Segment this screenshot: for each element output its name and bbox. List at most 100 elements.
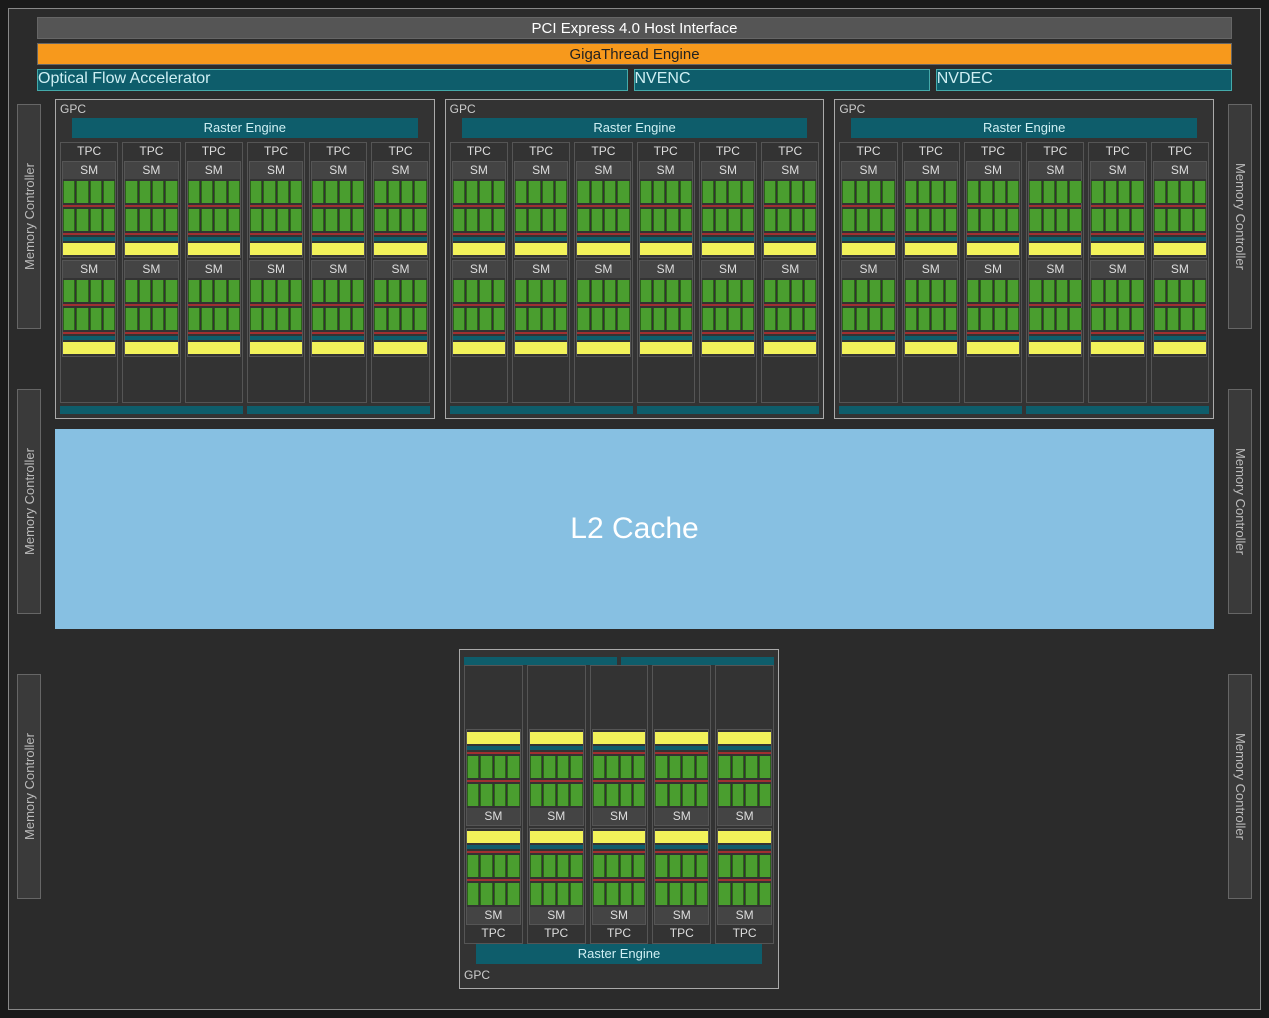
tpc-block: TPCSMSM bbox=[309, 142, 367, 403]
sm-unit-bar bbox=[640, 243, 692, 255]
tpc-label: TPC bbox=[592, 926, 647, 942]
sm-block: SM bbox=[452, 161, 506, 258]
sm-unit-bar bbox=[905, 243, 957, 255]
cuda-core-row bbox=[63, 280, 115, 302]
cuda-core-row bbox=[593, 855, 646, 877]
gpc-block: GPCRaster EngineTPCSMSMTPCSMSMTPCSMSMTPC… bbox=[445, 99, 825, 419]
cuda-core-row bbox=[842, 308, 894, 330]
cuda-core-row bbox=[515, 308, 567, 330]
sm-unit-bar bbox=[453, 342, 505, 354]
sm-unit-bar bbox=[967, 336, 1019, 340]
sm-block: SM bbox=[249, 260, 303, 357]
sm-block: SM bbox=[373, 260, 427, 357]
sm-unit-bar bbox=[905, 237, 957, 241]
tpc-label: TPC bbox=[62, 144, 116, 160]
sm-block: SM bbox=[1153, 260, 1207, 357]
cuda-core-row bbox=[842, 209, 894, 231]
sm-label: SM bbox=[125, 261, 177, 278]
sm-label: SM bbox=[905, 261, 957, 278]
tpc-block: TPCSMSM bbox=[1088, 142, 1146, 403]
sm-label: SM bbox=[188, 162, 240, 179]
sm-unit-bar bbox=[967, 243, 1019, 255]
gpc-row-top: GPCRaster EngineTPCSMSMTPCSMSMTPCSMSMTPC… bbox=[55, 99, 1214, 419]
nvdec-block: NVDEC bbox=[936, 69, 1232, 91]
sm-block: SM bbox=[62, 260, 116, 357]
sm-unit-bar bbox=[967, 342, 1019, 354]
cuda-core-row bbox=[842, 181, 894, 203]
cuda-core-row bbox=[1091, 308, 1143, 330]
gpc-rop-row bbox=[839, 406, 1209, 414]
sm-unit-bar bbox=[718, 831, 771, 843]
sm-block: SM bbox=[904, 260, 958, 357]
raster-engine: Raster Engine bbox=[851, 118, 1197, 138]
sm-unit-bar bbox=[1154, 336, 1206, 340]
sm-unit-bar bbox=[467, 845, 520, 849]
cuda-core-row bbox=[640, 280, 692, 302]
sm-label: SM bbox=[905, 162, 957, 179]
cuda-core-row bbox=[250, 181, 302, 203]
memory-controller: Memory Controller bbox=[1228, 389, 1252, 614]
sm-block: SM bbox=[1028, 161, 1082, 258]
tpc-label: TPC bbox=[654, 926, 709, 942]
sm-label: SM bbox=[374, 261, 426, 278]
sm-block: SM bbox=[249, 161, 303, 258]
sm-label: SM bbox=[188, 261, 240, 278]
gpc-label: GPC bbox=[60, 102, 430, 118]
sm-block: SM bbox=[452, 260, 506, 357]
cuda-core-row bbox=[188, 209, 240, 231]
sm-label: SM bbox=[593, 907, 646, 924]
sm-label: SM bbox=[515, 261, 567, 278]
tpc-label: TPC bbox=[529, 926, 584, 942]
cuda-core-row bbox=[312, 181, 364, 203]
l2-cache-block: L2 Cache bbox=[55, 429, 1214, 629]
cuda-core-row bbox=[467, 784, 520, 806]
sm-label: SM bbox=[593, 808, 646, 825]
sm-unit-bar bbox=[453, 336, 505, 340]
cuda-core-row bbox=[312, 209, 364, 231]
cuda-core-row bbox=[764, 209, 816, 231]
sm-unit-bar bbox=[188, 342, 240, 354]
cuda-core-row bbox=[764, 181, 816, 203]
tpc-label: TPC bbox=[249, 144, 303, 160]
cuda-core-row bbox=[702, 280, 754, 302]
sm-label: SM bbox=[1029, 261, 1081, 278]
sm-block: SM bbox=[373, 161, 427, 258]
sm-unit-bar bbox=[702, 237, 754, 241]
sm-label: SM bbox=[125, 162, 177, 179]
sm-unit-bar bbox=[374, 342, 426, 354]
sm-unit-bar bbox=[530, 746, 583, 750]
sm-unit-bar bbox=[312, 237, 364, 241]
cuda-core-row bbox=[250, 308, 302, 330]
sm-unit-bar bbox=[577, 336, 629, 340]
sm-block: SM bbox=[654, 729, 709, 826]
sm-unit-bar bbox=[515, 342, 567, 354]
raster-engine: Raster Engine bbox=[462, 118, 808, 138]
sm-unit-bar bbox=[764, 243, 816, 255]
sm-unit-bar bbox=[467, 732, 520, 744]
cuda-core-row bbox=[453, 209, 505, 231]
cuda-core-row bbox=[453, 181, 505, 203]
tpc-label: TPC bbox=[466, 926, 521, 942]
cuda-core-row bbox=[188, 181, 240, 203]
sm-label: SM bbox=[63, 162, 115, 179]
memory-controller: Memory Controller bbox=[17, 674, 41, 899]
sm-unit-bar bbox=[702, 336, 754, 340]
cuda-core-row bbox=[718, 855, 771, 877]
memory-controller: Memory Controller bbox=[1228, 674, 1252, 899]
sm-label: SM bbox=[764, 261, 816, 278]
cuda-core-row bbox=[188, 308, 240, 330]
cuda-core-row bbox=[655, 756, 708, 778]
sm-block: SM bbox=[592, 828, 647, 925]
tpc-row: TPCSMSMTPCSMSMTPCSMSMTPCSMSMTPCSMSMTPCSM… bbox=[839, 142, 1209, 403]
sm-label: SM bbox=[1154, 162, 1206, 179]
tpc-label: TPC bbox=[717, 926, 772, 942]
sm-block: SM bbox=[592, 729, 647, 826]
sm-label: SM bbox=[577, 261, 629, 278]
sm-unit-bar bbox=[577, 243, 629, 255]
accelerator-row: Optical Flow Accelerator NVENC NVDEC bbox=[37, 69, 1232, 91]
tpc-block: TPCSMSM bbox=[1026, 142, 1084, 403]
sm-block: SM bbox=[1090, 161, 1144, 258]
cuda-core-row bbox=[125, 280, 177, 302]
sm-unit-bar bbox=[250, 336, 302, 340]
cuda-core-row bbox=[577, 308, 629, 330]
